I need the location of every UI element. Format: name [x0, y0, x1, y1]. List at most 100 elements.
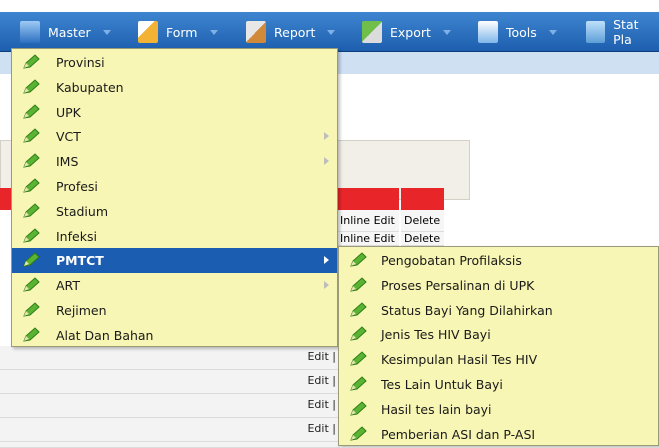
pmtct-item-pemberian-asi-dan-p-asi[interactable]: Pemberian ASI dan P-ASI [339, 422, 658, 447]
chevron-down-icon [442, 29, 451, 35]
edit-link[interactable]: Edit | [307, 374, 336, 387]
report-icon [246, 21, 266, 43]
pencil-icon [22, 128, 40, 144]
menu-form[interactable]: Form [138, 12, 218, 52]
database-icon [20, 21, 40, 43]
master-item-rejimen[interactable]: Rejimen [12, 298, 337, 323]
table-row [0, 442, 340, 448]
inline-edit-link[interactable]: Inline Edit [337, 210, 399, 232]
pencil-icon [22, 327, 40, 343]
master-item-pmtct[interactable]: PMTCT [12, 248, 337, 274]
menu-master-label: Master [48, 24, 91, 40]
chevron-right-icon [324, 256, 329, 265]
pencil-icon [349, 425, 367, 442]
menu-item-label: Alat Dan Bahan [56, 327, 154, 343]
menu-item-label: Rejimen [56, 303, 107, 318]
master-item-upk[interactable]: UPK [12, 100, 337, 125]
menu-master[interactable]: Master [20, 12, 111, 52]
pmtct-submenu: Pengobatan Profilaksis Proses Persalinan … [338, 246, 659, 446]
pencil-icon [349, 252, 367, 268]
menu-stat[interactable]: Stat Pla [586, 12, 659, 52]
pencil-icon [22, 153, 40, 169]
menu-item-label: UPK [56, 104, 81, 120]
pencil-icon [22, 277, 40, 293]
menu-item-label: PMTCT [56, 253, 104, 269]
pencil-icon [22, 302, 40, 318]
chevron-down-icon [327, 29, 336, 35]
menu-report[interactable]: Report [246, 12, 336, 52]
menu-item-label: VCT [56, 129, 81, 145]
master-item-vct[interactable]: VCT [12, 124, 337, 149]
pencil-icon [349, 326, 367, 342]
chevron-down-icon [209, 29, 218, 35]
master-item-ims[interactable]: IMS [12, 149, 337, 174]
table-header [337, 188, 399, 210]
master-item-alat-dan-bahan[interactable]: Alat Dan Bahan [12, 323, 337, 348]
menu-item-label: Profesi [56, 179, 98, 194]
pencil-icon [349, 376, 367, 392]
chevron-right-icon [324, 281, 329, 290]
table-row: Edit | [0, 370, 340, 394]
pencil-icon [22, 54, 40, 70]
tools-icon [478, 21, 498, 43]
menu-item-label: Jenis Tes HIV Bayi [381, 327, 491, 343]
master-item-provinsi[interactable]: Provinsi [12, 50, 337, 75]
pencil-icon [349, 351, 367, 367]
menu-item-label: ART [56, 278, 80, 294]
menu-item-label: Provinsi [56, 55, 105, 70]
master-item-stadium[interactable]: Stadium [12, 199, 337, 224]
chart-icon [586, 21, 606, 43]
pencil-icon [349, 401, 367, 417]
chevron-right-icon [324, 132, 329, 141]
menu-item-label: Proses Persalinan di UPK [381, 277, 535, 293]
master-item-art[interactable]: ART [12, 273, 337, 298]
edit-link[interactable]: Edit | [307, 422, 336, 435]
edit-link[interactable]: Edit | [307, 398, 336, 411]
pencil-icon [349, 301, 367, 318]
menu-stat-label: Stat Pla [613, 17, 639, 47]
pmtct-item-tes-lain-untuk-bayi[interactable]: Tes Lain Untuk Bayi [339, 372, 658, 397]
pencil-icon [22, 178, 40, 194]
pmtct-item-jenis-tes-hiv-bayi[interactable]: Jenis Tes HIV Bayi [339, 322, 658, 347]
form-icon [138, 21, 158, 43]
menu-item-label: Kesimpulan Hasil Tes HIV [381, 352, 538, 368]
pmtct-item-proses-persalinan-di-upk[interactable]: Proses Persalinan di UPK [339, 273, 658, 298]
inline-edit-link[interactable]: Inline Edit [337, 232, 399, 246]
pmtct-item-pengobatan-profilaksis[interactable]: Pengobatan Profilaksis [339, 248, 658, 273]
pencil-icon [22, 203, 40, 219]
chevron-down-icon [548, 29, 557, 35]
pencil-icon [22, 79, 40, 95]
export-icon [362, 21, 382, 43]
table-row: Edit | [0, 346, 340, 370]
menu-item-label: Kabupaten [56, 79, 124, 95]
pencil-icon [22, 252, 40, 268]
pmtct-item-kesimpulan-hasil-tes-hiv[interactable]: Kesimpulan Hasil Tes HIV [339, 347, 658, 372]
menu-item-label: Pengobatan Profilaksis [381, 253, 522, 268]
pmtct-item-hasil-tes-lain-bayi[interactable]: Hasil tes lain bayi [339, 397, 658, 422]
pmtct-item-status-bayi-yang-dilahirkan[interactable]: Status Bayi Yang Dilahirkan [339, 298, 658, 323]
menu-item-label: Pemberian ASI dan P-ASI [381, 426, 536, 442]
table-row: Edit | [0, 418, 340, 442]
menu-item-label: Tes Lain Untuk Bayi [381, 377, 503, 392]
menu-export[interactable]: Export [362, 12, 451, 52]
menu-form-label: Form [166, 24, 198, 40]
menu-export-label: Export [390, 24, 431, 40]
menu-tools[interactable]: Tools [478, 12, 557, 52]
menu-item-label: IMS [56, 154, 79, 170]
chevron-down-icon [102, 29, 111, 35]
menu-item-label: Status Bayi Yang Dilahirkan [381, 302, 553, 318]
pencil-icon [349, 277, 367, 293]
menu-report-label: Report [274, 24, 316, 40]
master-item-kabupaten[interactable]: Kabupaten [12, 75, 337, 100]
pencil-icon [22, 103, 40, 120]
chevron-right-icon [324, 157, 329, 166]
master-dropdown-menu: Provinsi Kabupaten UPK VCT IMS Profesi Stadium… [11, 48, 338, 347]
menu-tools-label: Tools [506, 24, 537, 40]
master-item-infeksi[interactable]: Infeksi [12, 224, 337, 249]
menu-item-label: Stadium [56, 203, 109, 219]
edit-link[interactable]: Edit | [307, 350, 336, 363]
master-item-profesi[interactable]: Profesi [12, 174, 337, 199]
delete-link[interactable]: Delete [401, 210, 444, 232]
table-row: Edit | [0, 394, 340, 418]
delete-link[interactable]: Delete [401, 232, 444, 246]
